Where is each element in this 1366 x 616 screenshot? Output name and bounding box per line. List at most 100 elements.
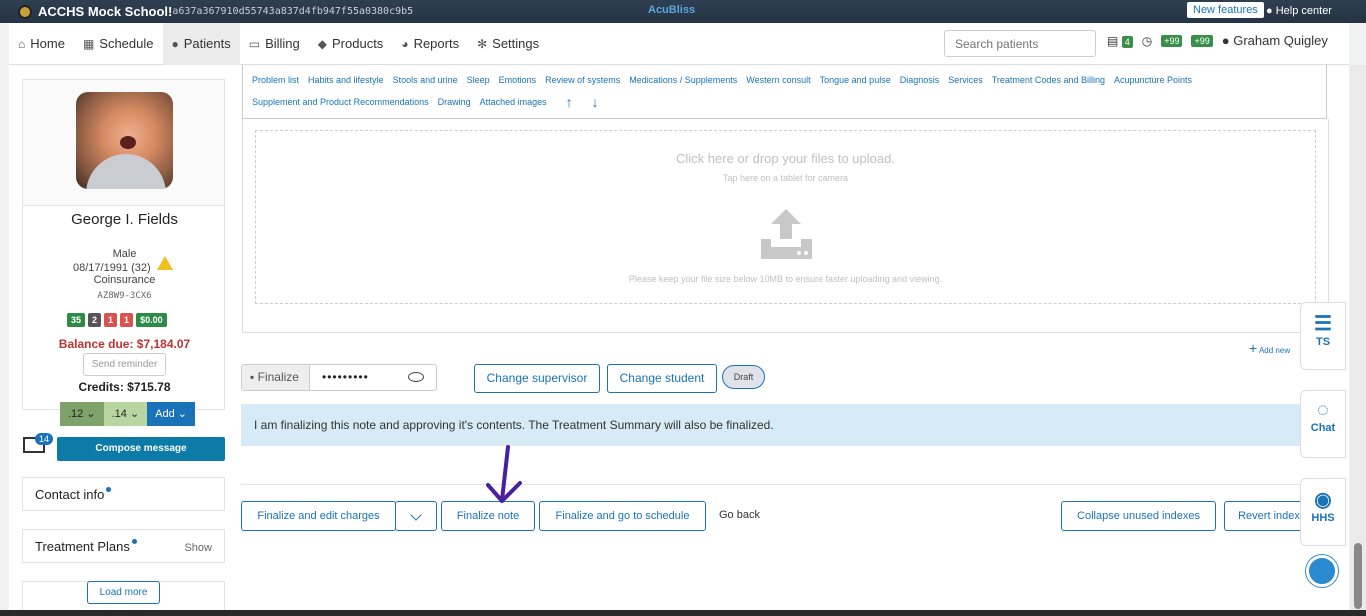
chip-visits[interactable]: 35 (67, 313, 86, 327)
finalize-go-schedule-button[interactable]: Finalize and go to schedule (539, 501, 706, 531)
patient-name: George I. Fields (71, 211, 178, 228)
index-tabs: Problem list Habits and lifestyle Stools… (242, 65, 1327, 119)
chip-gray[interactable]: 2 (88, 313, 102, 327)
chip-red-1[interactable]: 1 (104, 313, 118, 327)
warning-icon[interactable] (157, 256, 173, 270)
page-scrollbar[interactable] (1350, 65, 1366, 610)
indicator-dot (106, 487, 112, 492)
patient-chips: 35 2 1 1 $0.00 (67, 313, 167, 327)
treatment-plans-section[interactable]: Treatment Plans Show (22, 529, 225, 563)
nav-patients-label: Patients (183, 36, 231, 51)
pie-chart-icon: ◕ (401, 36, 409, 51)
user-menu[interactable]: ● Graham Quigley (1222, 33, 1328, 48)
dropdown-14-button[interactable]: .14 ⌄ (103, 402, 148, 426)
chevron-down-icon (410, 509, 422, 521)
divider (241, 484, 1331, 485)
hhs-widget[interactable]: ◉ HHS (1300, 478, 1346, 546)
nav-home[interactable]: ⌂ Home (9, 23, 74, 65)
notifications-badge-a[interactable]: +99 (1161, 34, 1183, 47)
messages-button[interactable]: ▤ 4 (1107, 34, 1133, 48)
upload-title: Click here or drop your files to upload. (676, 151, 895, 166)
tab-emotions[interactable]: Emotions (499, 69, 537, 91)
arrow-down-icon[interactable]: ↓ (592, 91, 599, 113)
treatment-plans-show-link[interactable]: Show (184, 542, 212, 554)
tab-western-consult[interactable]: Western consult (746, 69, 810, 91)
nav-patients[interactable]: ● Patients (162, 22, 240, 65)
ts-label: TS (1315, 336, 1331, 348)
add-button[interactable]: Add ⌄ (147, 402, 196, 426)
chat-widget[interactable]: ◌ Chat (1300, 390, 1346, 458)
tab-attached-images[interactable]: Attached images (480, 91, 547, 113)
eye-icon[interactable] (408, 372, 424, 382)
help-center-link[interactable]: ● Help center (1266, 5, 1332, 17)
indicator-dot (131, 539, 137, 544)
draft-badge: Draft (722, 365, 765, 389)
compose-message-button[interactable]: Compose message (57, 437, 225, 461)
tab-services[interactable]: Services (948, 69, 983, 91)
tab-acupuncture-points[interactable]: Acupuncture Points (1114, 69, 1192, 91)
treatment-summary-widget[interactable]: ☰ TS (1300, 302, 1346, 370)
messages-badge: 4 (1121, 35, 1133, 48)
patient-avatar[interactable] (76, 92, 173, 189)
cube-icon: ◆ (317, 36, 327, 51)
nav-billing[interactable]: ▭ Billing (240, 23, 309, 65)
add-new-link[interactable]: + Add new (1249, 340, 1290, 356)
clock-icon[interactable]: ◷ (1142, 34, 1152, 48)
new-features-button[interactable]: New features (1187, 2, 1264, 18)
scrollbar-thumb[interactable] (1354, 543, 1362, 609)
nav-products[interactable]: ◆ Products (309, 23, 393, 65)
user-icon: ● (1221, 33, 1230, 48)
nav-reports[interactable]: ◕ Reports (392, 23, 468, 65)
treatment-plans-label: Treatment Plans (35, 539, 130, 554)
nav-settings[interactable]: ✻ Settings (468, 23, 548, 65)
avatar-shirt (86, 154, 166, 189)
contact-info-label: Contact info (35, 487, 105, 502)
tab-medications[interactable]: Medications / Supplements (629, 69, 737, 91)
finalize-note-button[interactable]: Finalize note (441, 501, 535, 531)
go-back-link[interactable]: Go back (719, 509, 760, 521)
finalize-edit-charges-button[interactable]: Finalize and edit charges (241, 501, 396, 531)
gear-icon: ✻ (477, 36, 488, 51)
change-supervisor-button[interactable]: Change supervisor (474, 364, 600, 393)
tab-sleep[interactable]: Sleep (467, 69, 490, 91)
balance-due: Balance due: $7,184.07 (58, 337, 191, 351)
tab-drawing[interactable]: Drawing (438, 91, 471, 113)
tab-diagnosis[interactable]: Diagnosis (900, 69, 940, 91)
tab-treatment-codes[interactable]: Treatment Codes and Billing (992, 69, 1105, 91)
arrow-up-icon[interactable]: ↑ (566, 91, 573, 113)
person-icon: ◉ (1314, 489, 1332, 511)
patient-action-buttons: .12 ⌄ .14 ⌄ Add ⌄ (60, 402, 196, 426)
send-reminder-button[interactable]: Send reminder (83, 353, 166, 376)
tab-habits-lifestyle[interactable]: Habits and lifestyle (308, 69, 384, 91)
patient-card: George I. Fields Male 08/17/1991 (32) Co… (22, 79, 225, 426)
chip-amount[interactable]: $0.00 (136, 313, 167, 327)
hhs-label: HHS (1311, 512, 1335, 524)
main-nav: ⌂ Home ▦ Schedule ● Patients ▭ Billing ◆… (9, 22, 1349, 65)
notifications-badge-b[interactable]: +99 (1191, 34, 1213, 47)
collapse-unused-indexes-button[interactable]: Collapse unused indexes (1061, 501, 1216, 531)
upload-size-note: Please keep your file size below 10MB to… (628, 274, 943, 284)
search-patients-input[interactable] (944, 30, 1096, 57)
tab-stools-urine[interactable]: Stools and urine (393, 69, 458, 91)
school-name: ACCHS Mock School! (38, 4, 173, 19)
nav-schedule[interactable]: ▦ Schedule (74, 23, 163, 65)
load-more-button[interactable]: Load more (87, 581, 160, 604)
tab-supplement-recommendations[interactable]: Supplement and Product Recommendations (252, 91, 429, 113)
tab-review-systems[interactable]: Review of systems (545, 69, 620, 91)
file-dropzone[interactable]: Click here or drop your files to upload.… (255, 130, 1316, 304)
chip-red-2[interactable]: 1 (120, 313, 134, 327)
dropdown-12-button[interactable]: .12 ⌄ (60, 402, 104, 426)
finalize-options-dropdown[interactable] (395, 501, 437, 531)
tab-tongue-pulse[interactable]: Tongue and pulse (820, 69, 891, 91)
contact-info-section[interactable]: Contact info (22, 477, 225, 511)
chat-icon: ◌ (1317, 399, 1329, 421)
tab-problem-list[interactable]: Problem list (252, 69, 299, 91)
main-content: Problem list Habits and lifestyle Stools… (237, 65, 1349, 610)
upload-panel: Click here or drop your files to upload.… (242, 119, 1329, 333)
patient-dob: 08/17/1991 (32) (73, 262, 151, 274)
user-icon: ● (171, 36, 179, 51)
change-student-button[interactable]: Change student (607, 364, 717, 393)
help-center-label: Help center (1275, 5, 1332, 17)
finalize-password-group: ▪ Finalize ••••••••• (241, 364, 437, 391)
support-lifebuoy-icon[interactable] (1306, 555, 1338, 587)
